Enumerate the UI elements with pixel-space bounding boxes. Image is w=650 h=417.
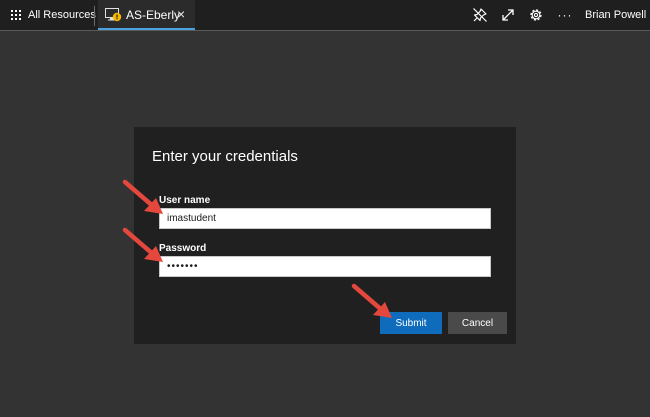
password-label: Password [159, 243, 207, 254]
username-input[interactable] [159, 208, 491, 229]
expand-icon[interactable] [499, 6, 517, 24]
gear-icon[interactable] [527, 6, 545, 24]
tab-close-icon[interactable]: × [177, 6, 185, 22]
top-bar: All Resources AS-Eberly × ··· Brian Powe… [0, 0, 650, 31]
tab-as-eberly[interactable]: AS-Eberly × [98, 0, 195, 30]
more-glyph: ··· [557, 8, 573, 22]
tab-divider [94, 6, 95, 26]
submit-button[interactable]: Submit [380, 312, 442, 334]
monitor-warning-icon [105, 8, 122, 22]
cancel-button[interactable]: Cancel [448, 312, 507, 334]
app-grid-icon [11, 10, 21, 20]
all-resources-label: All Resources [28, 9, 96, 21]
user-name[interactable]: Brian Powell [585, 9, 646, 21]
dialog-title: Enter your credentials [152, 148, 298, 165]
credentials-dialog: Enter your credentials User name Passwor… [134, 127, 516, 344]
tab-label: AS-Eberly [126, 8, 181, 22]
all-resources-button[interactable]: All Resources [0, 0, 96, 30]
pin-off-icon[interactable] [471, 6, 489, 24]
more-icon[interactable]: ··· [555, 6, 575, 24]
password-input[interactable] [159, 256, 491, 277]
username-label: User name [159, 195, 211, 206]
